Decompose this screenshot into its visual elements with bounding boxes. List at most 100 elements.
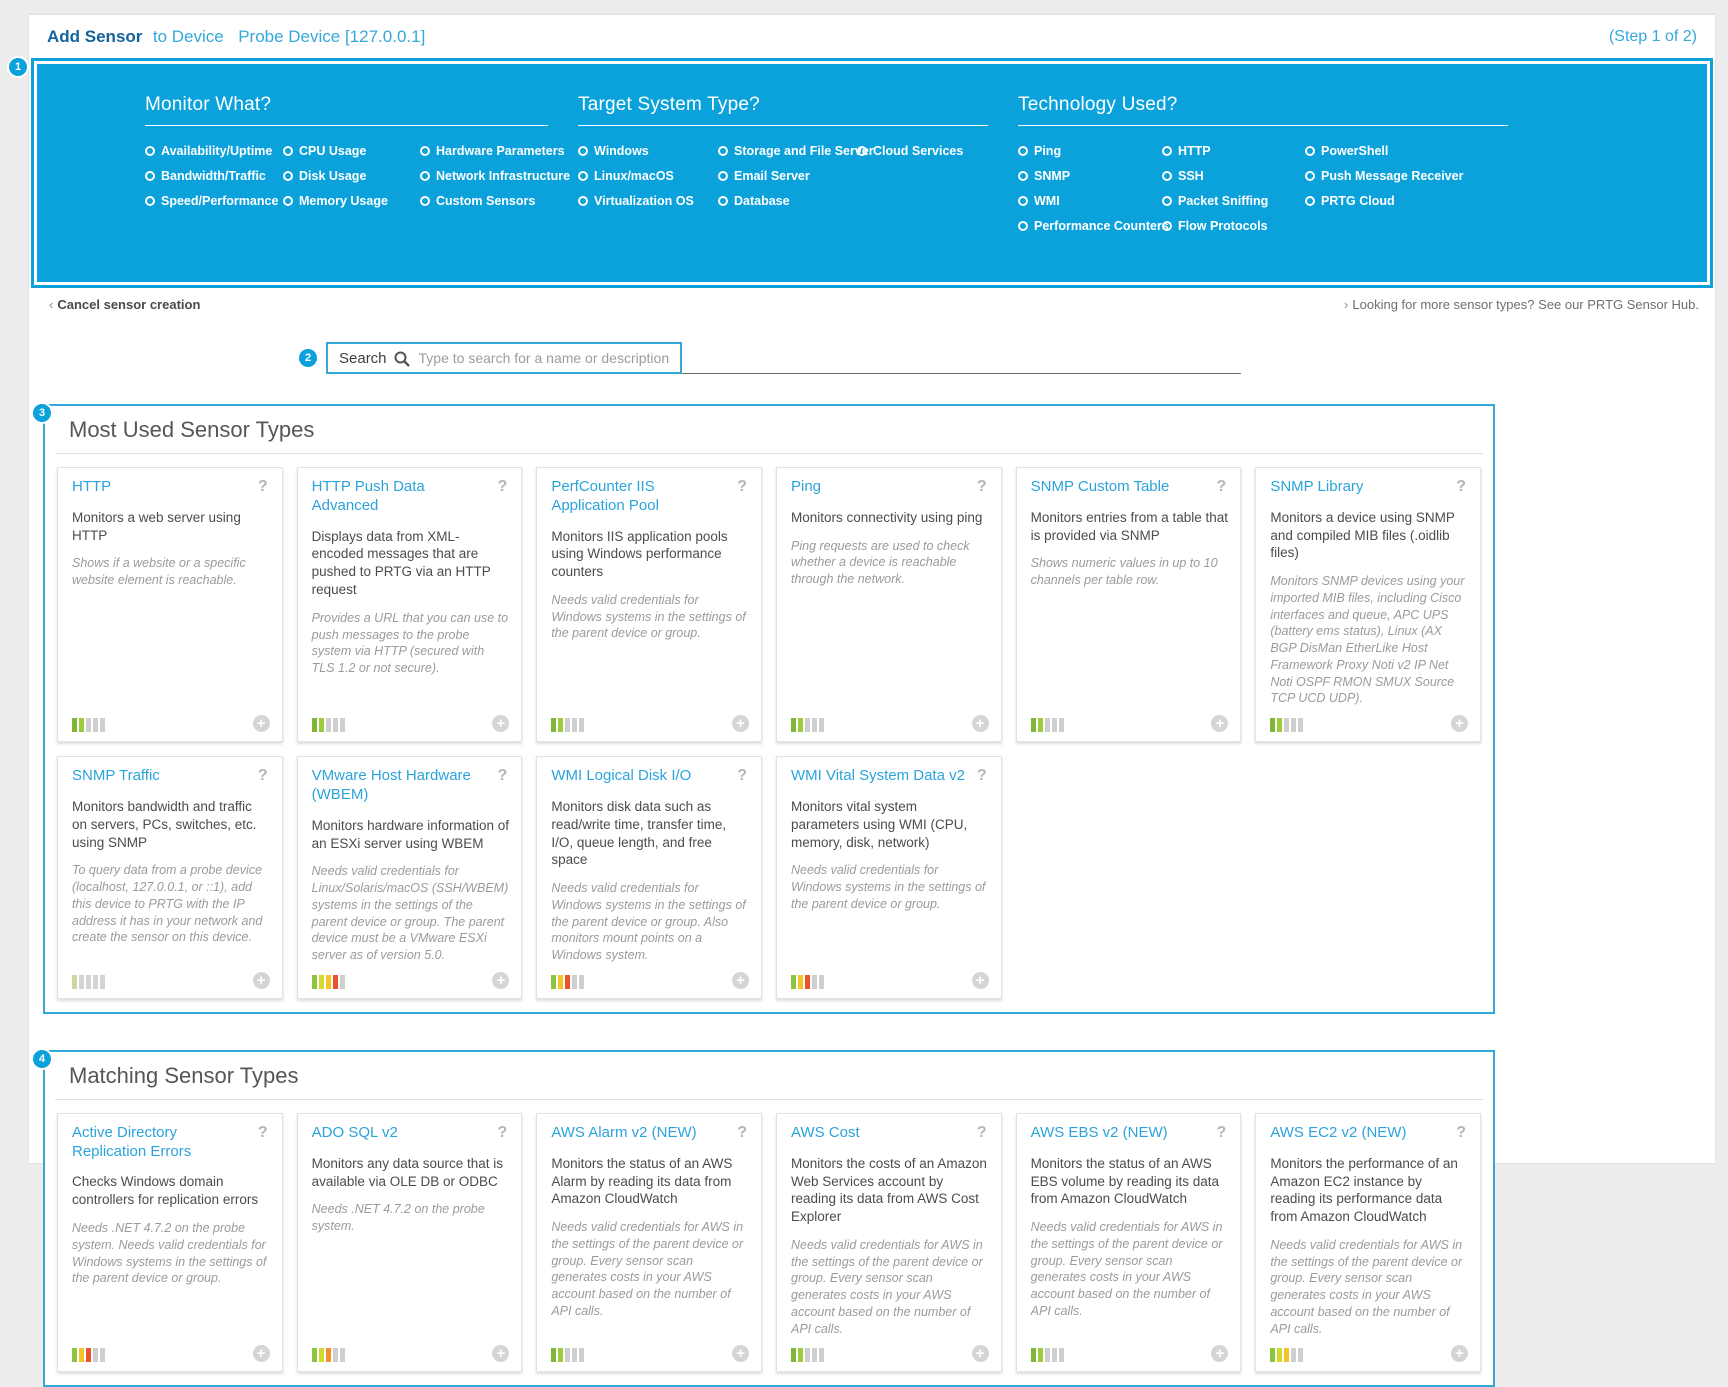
help-icon[interactable]: ? xyxy=(977,767,989,785)
sensor-card-title[interactable]: Ping xyxy=(791,478,827,497)
radio-icon[interactable] xyxy=(283,146,293,156)
radio-icon[interactable] xyxy=(283,171,293,181)
add-sensor-plus-icon[interactable]: + xyxy=(492,972,509,989)
help-icon[interactable]: ? xyxy=(977,1124,989,1142)
filter-option[interactable]: Bandwidth/Traffic xyxy=(145,169,283,183)
add-sensor-plus-icon[interactable]: + xyxy=(1451,715,1468,732)
filter-option[interactable]: Virtualization OS xyxy=(578,194,718,208)
sensor-card-title[interactable]: HTTP Push Data Advanced xyxy=(312,478,498,516)
add-sensor-plus-icon[interactable]: + xyxy=(253,715,270,732)
filter-option[interactable]: Memory Usage xyxy=(283,194,420,208)
filter-option[interactable]: Hardware Parameters xyxy=(420,144,578,158)
radio-icon[interactable] xyxy=(1162,146,1172,156)
help-icon[interactable]: ? xyxy=(498,478,510,496)
filter-option[interactable]: CPU Usage xyxy=(283,144,420,158)
sensor-card[interactable]: Ping?Monitors connectivity using pingPin… xyxy=(776,467,1002,742)
help-icon[interactable]: ? xyxy=(737,478,749,496)
sensor-card-title[interactable]: HTTP xyxy=(72,478,117,497)
sensor-card[interactable]: VMware Host Hardware (WBEM)?Monitors har… xyxy=(297,756,523,999)
help-icon[interactable]: ? xyxy=(737,1124,749,1142)
radio-icon[interactable] xyxy=(420,196,430,206)
sensor-card-title[interactable]: PerfCounter IIS Application Pool xyxy=(551,478,737,516)
sensor-card-title[interactable]: AWS Alarm v2 (NEW) xyxy=(551,1124,702,1143)
radio-icon[interactable] xyxy=(1018,196,1028,206)
sensor-card[interactable]: PerfCounter IIS Application Pool?Monitor… xyxy=(536,467,762,742)
radio-icon[interactable] xyxy=(1018,221,1028,231)
sensor-card[interactable]: AWS EC2 v2 (NEW)?Monitors the performanc… xyxy=(1255,1113,1481,1373)
radio-icon[interactable] xyxy=(420,146,430,156)
add-sensor-plus-icon[interactable]: + xyxy=(492,1345,509,1362)
add-sensor-plus-icon[interactable]: + xyxy=(972,1345,989,1362)
help-icon[interactable]: ? xyxy=(1217,1124,1229,1142)
sensor-hub-link[interactable]: ›Looking for more sensor types? See our … xyxy=(1344,297,1699,312)
radio-icon[interactable] xyxy=(145,146,155,156)
help-icon[interactable]: ? xyxy=(258,478,270,496)
filter-option[interactable]: Custom Sensors xyxy=(420,194,578,208)
sensor-card[interactable]: ADO SQL v2?Monitors any data source that… xyxy=(297,1113,523,1373)
sensor-card-title[interactable]: AWS EBS v2 (NEW) xyxy=(1031,1124,1174,1143)
filter-option[interactable]: Push Message Receiver xyxy=(1305,169,1538,183)
sensor-card[interactable]: Active Directory Replication Errors?Chec… xyxy=(57,1113,283,1373)
radio-icon[interactable] xyxy=(1018,146,1028,156)
filter-option[interactable]: Windows xyxy=(578,144,718,158)
sensor-card-title[interactable]: AWS EC2 v2 (NEW) xyxy=(1270,1124,1412,1143)
filter-option[interactable]: SSH xyxy=(1162,169,1305,183)
radio-icon[interactable] xyxy=(1305,196,1315,206)
filter-option[interactable]: WMI xyxy=(1018,194,1162,208)
add-sensor-plus-icon[interactable]: + xyxy=(253,972,270,989)
radio-icon[interactable] xyxy=(145,196,155,206)
help-icon[interactable]: ? xyxy=(1217,478,1229,496)
filter-option[interactable]: Email Server xyxy=(718,169,857,183)
radio-icon[interactable] xyxy=(1305,146,1315,156)
radio-icon[interactable] xyxy=(1018,171,1028,181)
radio-icon[interactable] xyxy=(1162,221,1172,231)
add-sensor-plus-icon[interactable]: + xyxy=(972,715,989,732)
filter-option[interactable]: Storage and File Server xyxy=(718,144,857,158)
help-icon[interactable]: ? xyxy=(1456,1124,1468,1142)
add-sensor-plus-icon[interactable]: + xyxy=(1211,715,1228,732)
sensor-card-title[interactable]: VMware Host Hardware (WBEM) xyxy=(312,767,498,805)
filter-option[interactable]: Speed/Performance xyxy=(145,194,283,208)
filter-option[interactable]: SNMP xyxy=(1018,169,1162,183)
radio-icon[interactable] xyxy=(1162,196,1172,206)
help-icon[interactable]: ? xyxy=(977,478,989,496)
filter-option[interactable]: Network Infrastructure xyxy=(420,169,578,183)
sensor-card[interactable]: AWS Alarm v2 (NEW)?Monitors the status o… xyxy=(536,1113,762,1373)
sensor-card-title[interactable]: SNMP Traffic xyxy=(72,767,166,786)
sensor-card[interactable]: AWS EBS v2 (NEW)?Monitors the status of … xyxy=(1016,1113,1242,1373)
sensor-card-title[interactable]: AWS Cost xyxy=(791,1124,866,1143)
help-icon[interactable]: ? xyxy=(737,767,749,785)
filter-option[interactable]: Flow Protocols xyxy=(1162,219,1305,233)
help-icon[interactable]: ? xyxy=(258,1124,270,1142)
radio-icon[interactable] xyxy=(578,171,588,181)
radio-icon[interactable] xyxy=(145,171,155,181)
radio-icon[interactable] xyxy=(857,146,867,156)
radio-icon[interactable] xyxy=(578,196,588,206)
cancel-sensor-creation-link[interactable]: ‹Cancel sensor creation xyxy=(49,297,200,312)
filter-option[interactable]: HTTP xyxy=(1162,144,1305,158)
radio-icon[interactable] xyxy=(718,146,728,156)
add-sensor-plus-icon[interactable]: + xyxy=(253,1345,270,1362)
sensor-card-title[interactable]: SNMP Custom Table xyxy=(1031,478,1176,497)
sensor-card[interactable]: SNMP Custom Table?Monitors entries from … xyxy=(1016,467,1242,742)
radio-icon[interactable] xyxy=(578,146,588,156)
filter-option[interactable]: Availability/Uptime xyxy=(145,144,283,158)
sensor-card[interactable]: WMI Vital System Data v2?Monitors vital … xyxy=(776,756,1002,999)
filter-option[interactable]: Cloud Services xyxy=(857,144,1018,158)
filter-option[interactable]: Database xyxy=(718,194,857,208)
filter-option[interactable]: Ping xyxy=(1018,144,1162,158)
filter-option[interactable]: PRTG Cloud xyxy=(1305,194,1538,208)
help-icon[interactable]: ? xyxy=(1456,478,1468,496)
radio-icon[interactable] xyxy=(1305,171,1315,181)
filter-option[interactable]: Disk Usage xyxy=(283,169,420,183)
sensor-card-title[interactable]: ADO SQL v2 xyxy=(312,1124,404,1143)
add-sensor-plus-icon[interactable]: + xyxy=(732,972,749,989)
add-sensor-plus-icon[interactable]: + xyxy=(972,972,989,989)
add-sensor-plus-icon[interactable]: + xyxy=(732,1345,749,1362)
add-sensor-plus-icon[interactable]: + xyxy=(1451,1345,1468,1362)
filter-option[interactable]: PowerShell xyxy=(1305,144,1538,158)
radio-icon[interactable] xyxy=(1162,171,1172,181)
add-sensor-plus-icon[interactable]: + xyxy=(1211,1345,1228,1362)
sensor-card-title[interactable]: Active Directory Replication Errors xyxy=(72,1124,258,1162)
sensor-card[interactable]: SNMP Traffic?Monitors bandwidth and traf… xyxy=(57,756,283,999)
